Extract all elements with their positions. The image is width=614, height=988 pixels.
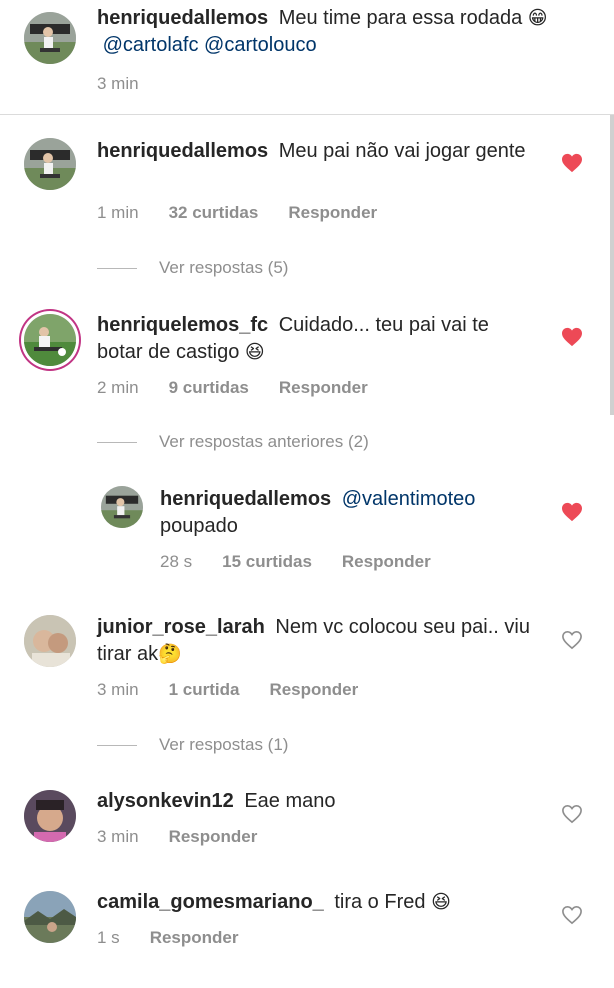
reply-button[interactable]: Responder <box>269 680 358 700</box>
reply-button[interactable]: Responder <box>342 552 431 572</box>
mention-link[interactable]: @valentimoteo <box>342 488 476 510</box>
view-replies-button[interactable]: Ver respostas (1) <box>97 735 288 755</box>
avatar[interactable] <box>24 12 76 64</box>
username[interactable]: henriquedallemos <box>160 488 331 510</box>
likes-count[interactable]: 9 curtidas <box>169 378 249 398</box>
caption-text: henriquedallemos Meu time para essa roda… <box>97 5 557 59</box>
comment-body: Meu pai não vai jogar gente <box>278 140 526 162</box>
likes-count[interactable]: 15 curtidas <box>222 552 312 572</box>
view-replies-label: Ver respostas (5) <box>159 258 289 277</box>
avatar[interactable] <box>24 314 76 366</box>
post-caption: henriquedallemos Meu time para essa roda… <box>0 0 614 113</box>
avatar-photo <box>101 486 143 528</box>
heart-filled-icon[interactable] <box>561 327 583 347</box>
caption-body: Meu time para essa rodada <box>278 7 523 29</box>
heart-outline-icon[interactable] <box>561 905 583 925</box>
reply-button[interactable]: Responder <box>279 378 368 398</box>
avatar-photo <box>24 12 76 64</box>
comment-text: henriquedallemos @valentimoteo poupado <box>160 486 540 540</box>
comment-meta: 1 s Responder <box>97 928 238 948</box>
scrollbar[interactable] <box>610 115 614 415</box>
likes-count[interactable]: 32 curtidas <box>169 203 259 223</box>
comment-text: henriquelemos_fc Cuidado... teu pai vai … <box>97 312 537 366</box>
likes-count[interactable]: 1 curtida <box>169 680 240 700</box>
heart-outline-icon[interactable] <box>561 804 583 824</box>
reply-divider-line <box>97 744 137 746</box>
username[interactable]: junior_rose_larah <box>97 616 265 638</box>
comment-meta: 1 min 32 curtidas Responder <box>97 203 377 223</box>
username[interactable]: camila_gomesmariano_ <box>97 891 324 913</box>
grin-emoji-icon: 😁 <box>527 7 548 29</box>
mention-link[interactable]: @cartolafc <box>103 34 199 56</box>
comment-body: tira o Fred <box>334 891 426 913</box>
view-previous-replies-button[interactable]: Ver respostas anteriores (2) <box>97 432 369 452</box>
comment-body: Eae mano <box>244 790 336 812</box>
comment-meta: 3 min <box>97 74 139 94</box>
timestamp: 2 min <box>97 378 139 397</box>
avatar-photo <box>24 891 76 943</box>
reply-button[interactable]: Responder <box>288 203 377 223</box>
comment-text: junior_rose_larah Nem vc colocou seu pai… <box>97 614 537 668</box>
username[interactable]: henriquelemos_fc <box>97 314 268 336</box>
timestamp: 28 s <box>160 552 193 571</box>
view-replies-label: Ver respostas anteriores (2) <box>159 432 369 451</box>
comment-meta: 28 s 15 curtidas Responder <box>160 552 431 572</box>
username[interactable]: henriquedallemos <box>97 140 268 162</box>
avatar[interactable] <box>24 891 76 943</box>
reply-divider-line <box>97 267 137 269</box>
username[interactable]: alysonkevin12 <box>97 790 234 812</box>
reply-button[interactable]: Responder <box>150 928 239 948</box>
avatar-photo <box>24 615 76 667</box>
timestamp: 3 min <box>97 74 139 93</box>
comment-text: alysonkevin12 Eae mano <box>97 788 557 815</box>
comment-text: camila_gomesmariano_ tira o Fred 😆 <box>97 889 557 916</box>
comment-body: poupado <box>160 515 238 537</box>
laughing-emoji-icon: 😆 <box>431 891 451 913</box>
avatar[interactable] <box>101 486 143 528</box>
avatar[interactable] <box>24 138 76 190</box>
divider <box>0 114 614 115</box>
avatar-photo <box>24 790 76 842</box>
comment-meta: 2 min 9 curtidas Responder <box>97 378 368 398</box>
mention-link[interactable]: @cartolouco <box>204 34 317 56</box>
comment-meta: 3 min 1 curtida Responder <box>97 680 358 700</box>
heart-filled-icon[interactable] <box>561 502 583 522</box>
view-replies-button[interactable]: Ver respostas (5) <box>97 258 288 278</box>
reply-divider-line <box>97 441 137 443</box>
timestamp: 3 min <box>97 827 139 846</box>
laughing-emoji-icon: 😆 <box>244 341 265 363</box>
comment-meta: 3 min Responder <box>97 827 257 847</box>
timestamp: 3 min <box>97 680 139 699</box>
heart-outline-icon[interactable] <box>561 630 583 650</box>
avatar[interactable] <box>24 790 76 842</box>
heart-filled-icon[interactable] <box>561 153 583 173</box>
comment-text: henriquedallemos Meu pai não vai jogar g… <box>97 138 537 165</box>
thinking-emoji-icon: 🤔 <box>158 643 182 665</box>
timestamp: 1 s <box>97 928 120 947</box>
timestamp: 1 min <box>97 203 139 222</box>
avatar-photo <box>24 138 76 190</box>
avatar[interactable] <box>24 615 76 667</box>
avatar-photo <box>24 314 76 366</box>
reply-button[interactable]: Responder <box>169 827 258 847</box>
username[interactable]: henriquedallemos <box>97 7 268 29</box>
view-replies-label: Ver respostas (1) <box>159 735 289 754</box>
